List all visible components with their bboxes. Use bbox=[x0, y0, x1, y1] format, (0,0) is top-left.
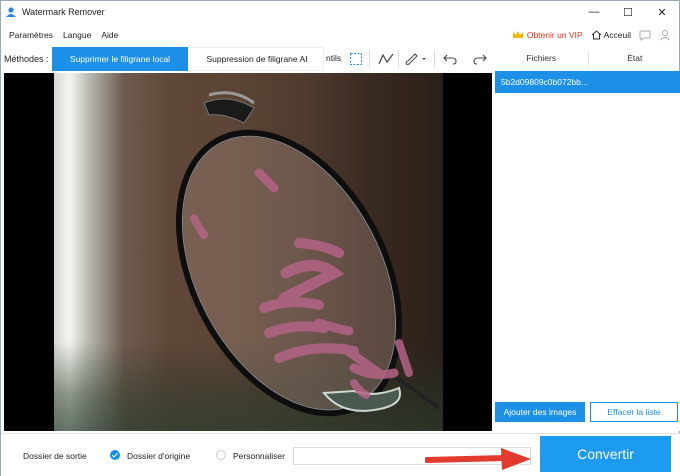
tab-local-watermark[interactable]: Supprimer le filigrane local bbox=[52, 47, 188, 71]
crown-icon bbox=[512, 31, 523, 38]
title-bar: Watermark Remover — ☐ ✕ bbox=[1, 1, 679, 23]
user-icon[interactable] bbox=[659, 29, 671, 41]
origin-folder-label: Dossier d'origine bbox=[127, 451, 191, 461]
file-name: 5b2d09809c0b072bb... bbox=[501, 77, 588, 87]
brush-tool[interactable] bbox=[403, 50, 429, 68]
brush-icon bbox=[405, 53, 426, 65]
app-logo-icon bbox=[6, 7, 16, 17]
toolbar: Méthodes : Supprimer le filigrane local … bbox=[1, 47, 493, 71]
toolbar-divider bbox=[369, 50, 370, 68]
methods-label: Méthodes : bbox=[4, 54, 49, 64]
rectangle-select-tool[interactable] bbox=[347, 50, 365, 68]
glasses-illustration bbox=[175, 91, 441, 417]
image-canvas[interactable] bbox=[4, 73, 492, 431]
tools-label: ntils bbox=[326, 53, 342, 63]
clear-list-button[interactable]: Effacer la liste bbox=[590, 402, 678, 422]
polyline-icon bbox=[378, 53, 394, 65]
output-bar: Dossier de sortie Dossier d'origine Pers… bbox=[1, 433, 680, 476]
menu-help[interactable]: Aide bbox=[101, 30, 118, 40]
home-button[interactable]: Acceuil bbox=[591, 30, 631, 40]
preview-image bbox=[54, 73, 443, 431]
maximize-button[interactable]: ☐ bbox=[611, 1, 645, 23]
file-list-header: Fichiers État bbox=[495, 47, 680, 69]
output-folder-label: Dossier de sortie bbox=[23, 451, 87, 461]
redo-icon bbox=[473, 54, 487, 65]
convert-button[interactable]: Convertir bbox=[540, 436, 671, 472]
column-files: Fichiers bbox=[526, 53, 557, 63]
add-images-button[interactable]: Ajouter des images bbox=[495, 402, 585, 422]
undo-button[interactable] bbox=[441, 50, 459, 68]
radio-origin-folder[interactable] bbox=[110, 450, 120, 460]
redo-button[interactable] bbox=[471, 50, 489, 68]
app-window: Watermark Remover — ☐ ✕ Paramètres Langu… bbox=[0, 0, 680, 476]
toolbar-divider bbox=[398, 50, 399, 68]
undo-icon bbox=[443, 54, 457, 65]
menu-settings[interactable]: Paramètres bbox=[9, 30, 53, 40]
menu-bar: Paramètres Langue Aide Obtenir un VIP Ac… bbox=[1, 25, 679, 45]
vip-label: Obtenir un VIP bbox=[526, 30, 583, 40]
chat-icon[interactable] bbox=[639, 30, 651, 41]
radio-custom-folder[interactable] bbox=[216, 450, 226, 460]
close-button[interactable]: ✕ bbox=[645, 1, 679, 23]
home-icon bbox=[591, 30, 601, 40]
window-title: Watermark Remover bbox=[22, 7, 105, 17]
window-controls: — ☐ ✕ bbox=[577, 1, 679, 23]
minimize-button[interactable]: — bbox=[577, 1, 611, 23]
custom-folder-label: Personnaliser bbox=[233, 451, 285, 461]
menu-language[interactable]: Langue bbox=[63, 30, 91, 40]
rectangle-select-icon bbox=[350, 53, 362, 65]
polyline-tool[interactable] bbox=[377, 50, 395, 68]
column-state: État bbox=[627, 53, 643, 63]
tab-ai-watermark[interactable]: Suppression de filigrane AI bbox=[190, 47, 324, 71]
file-list: 5b2d09809c0b072bb... bbox=[495, 71, 680, 431]
toolbar-divider bbox=[434, 50, 435, 68]
menu-right: Obtenir un VIP Acceuil bbox=[512, 25, 671, 45]
home-label: Acceuil bbox=[603, 30, 631, 40]
red-arrow-icon bbox=[425, 448, 531, 470]
file-row[interactable]: 5b2d09809c0b072bb... bbox=[495, 71, 680, 93]
vip-button[interactable]: Obtenir un VIP bbox=[512, 30, 583, 40]
